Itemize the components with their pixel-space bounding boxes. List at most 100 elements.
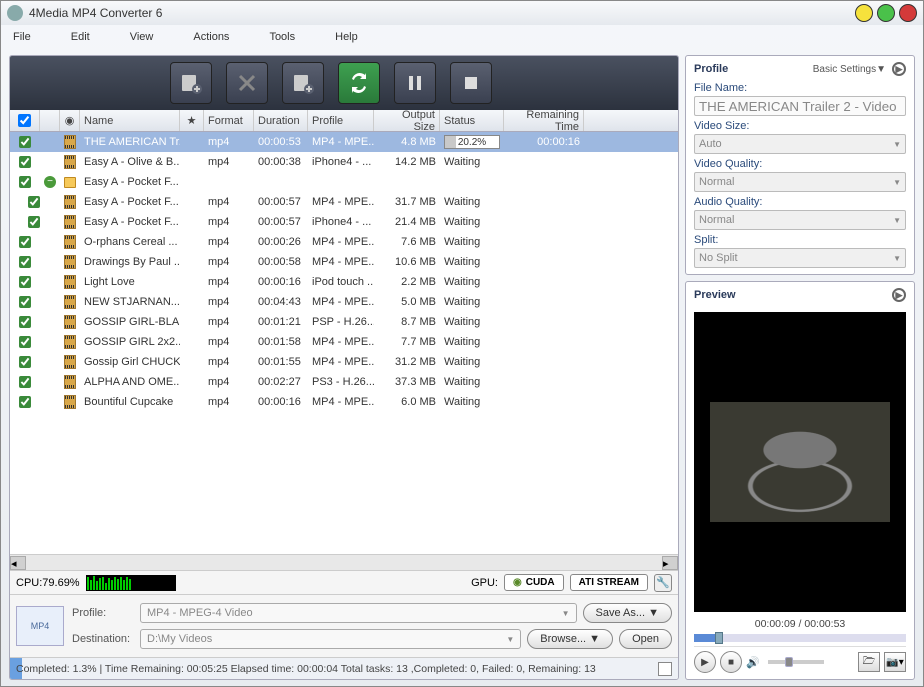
row-checkbox[interactable] bbox=[19, 316, 31, 328]
minimize-button[interactable] bbox=[855, 4, 873, 22]
row-format: mp4 bbox=[204, 292, 254, 312]
table-row[interactable]: Easy A - Pocket F...mp400:00:57iPhone4 -… bbox=[10, 212, 678, 232]
scroll-right-arrow[interactable]: ▸ bbox=[662, 556, 678, 570]
cuda-badge[interactable]: ◉CUDA bbox=[504, 574, 564, 591]
audioq-select[interactable]: Normal bbox=[694, 210, 906, 230]
profile-select[interactable]: MP4 - MPEG-4 Video bbox=[140, 603, 577, 623]
row-profile: iPhone4 - ... bbox=[308, 212, 374, 232]
browse-button[interactable]: Browse... ▼ bbox=[527, 629, 613, 649]
menu-actions[interactable]: Actions bbox=[193, 31, 229, 43]
row-format: mp4 bbox=[204, 352, 254, 372]
app-icon bbox=[7, 5, 23, 21]
task-list-icon[interactable] bbox=[658, 662, 672, 676]
table-row[interactable]: O-rphans Cereal ...mp400:00:26MP4 - MPE.… bbox=[10, 232, 678, 252]
scroll-left-arrow[interactable]: ◂ bbox=[10, 556, 26, 570]
menu-edit[interactable]: Edit bbox=[71, 31, 90, 43]
settings-button[interactable]: 🔧 bbox=[654, 574, 672, 592]
col-star[interactable]: ★ bbox=[180, 110, 204, 131]
stop-button[interactable] bbox=[450, 62, 492, 104]
filename-input[interactable] bbox=[694, 96, 906, 116]
col-duration[interactable]: Duration bbox=[254, 110, 308, 131]
snapshot-button[interactable]: 📷▾ bbox=[884, 652, 906, 672]
row-checkbox[interactable] bbox=[19, 156, 31, 168]
table-row[interactable]: Easy A - Pocket F...mp400:00:57MP4 - MPE… bbox=[10, 192, 678, 212]
row-remain bbox=[504, 332, 584, 352]
volume-slider[interactable] bbox=[768, 660, 824, 664]
row-format: mp4 bbox=[204, 252, 254, 272]
volume-icon[interactable]: 🔊 bbox=[746, 656, 760, 669]
table-row[interactable]: NEW STJARNAN...mp400:04:43MP4 - MPE...5.… bbox=[10, 292, 678, 312]
row-format: mp4 bbox=[204, 212, 254, 232]
row-output bbox=[374, 172, 440, 192]
collapse-icon[interactable]: − bbox=[44, 176, 56, 188]
open-button[interactable]: Open bbox=[619, 629, 672, 649]
menu-file[interactable]: File bbox=[13, 31, 31, 43]
horizontal-scrollbar[interactable]: ◂ ▸ bbox=[10, 554, 678, 570]
row-duration: 00:01:21 bbox=[254, 312, 308, 332]
row-checkbox[interactable] bbox=[19, 276, 31, 288]
preview-video[interactable] bbox=[694, 312, 906, 612]
menu-help[interactable]: Help bbox=[335, 31, 358, 43]
table-row[interactable]: GOSSIP GIRL-BLA...mp400:01:21PSP - H.26.… bbox=[10, 312, 678, 332]
row-checkbox[interactable] bbox=[19, 136, 31, 148]
col-icon[interactable] bbox=[40, 110, 60, 131]
table-row[interactable]: THE AMERICAN Tr...mp400:00:53MP4 - MPE..… bbox=[10, 132, 678, 152]
split-select[interactable]: No Split bbox=[694, 248, 906, 268]
row-checkbox[interactable] bbox=[28, 216, 40, 228]
col-output[interactable]: Output Size bbox=[374, 110, 440, 131]
col-profile[interactable]: Profile bbox=[308, 110, 374, 131]
table-row[interactable]: Light Lovemp400:00:16iPod touch ...2.2 M… bbox=[10, 272, 678, 292]
row-checkbox[interactable] bbox=[19, 396, 31, 408]
videosize-select[interactable]: Auto bbox=[694, 134, 906, 154]
videoq-select[interactable]: Normal bbox=[694, 172, 906, 192]
close-button[interactable] bbox=[899, 4, 917, 22]
file-list[interactable]: THE AMERICAN Tr...mp400:00:53MP4 - MPE..… bbox=[10, 132, 678, 554]
col-check[interactable] bbox=[10, 110, 40, 131]
save-as-button[interactable]: Save As... ▼ bbox=[583, 603, 672, 623]
row-checkbox[interactable] bbox=[19, 336, 31, 348]
destination-select[interactable]: D:\My Videos bbox=[140, 629, 521, 649]
row-checkbox[interactable] bbox=[19, 356, 31, 368]
row-checkbox[interactable] bbox=[19, 176, 31, 188]
row-status: Waiting bbox=[440, 252, 504, 272]
row-checkbox[interactable] bbox=[19, 256, 31, 268]
pause-button[interactable] bbox=[394, 62, 436, 104]
col-status[interactable]: Status bbox=[440, 110, 504, 131]
checkall-checkbox[interactable] bbox=[18, 114, 31, 127]
menu-view[interactable]: View bbox=[130, 31, 154, 43]
table-row[interactable]: ALPHA AND OME...mp400:02:27PS3 - H.26...… bbox=[10, 372, 678, 392]
play-button[interactable]: ▶ bbox=[694, 651, 716, 673]
table-row[interactable]: Bountiful Cupcakemp400:00:16MP4 - MPE...… bbox=[10, 392, 678, 412]
status-text: Completed: 1.3% | Time Remaining: 00:05:… bbox=[16, 663, 596, 675]
row-name: Easy A - Pocket F... bbox=[80, 172, 180, 192]
convert-button[interactable] bbox=[338, 62, 380, 104]
col-disc-icon[interactable]: ◉ bbox=[60, 110, 80, 131]
row-checkbox[interactable] bbox=[28, 196, 40, 208]
col-remain[interactable]: Remaining Time bbox=[504, 110, 584, 131]
row-checkbox[interactable] bbox=[19, 376, 31, 388]
seek-slider[interactable] bbox=[694, 634, 906, 642]
preview-go-button[interactable]: ▶ bbox=[892, 288, 906, 302]
stop-preview-button[interactable]: ■ bbox=[720, 651, 742, 673]
row-output: 14.2 MB bbox=[374, 152, 440, 172]
row-checkbox[interactable] bbox=[19, 296, 31, 308]
col-name[interactable]: Name bbox=[80, 110, 180, 131]
row-checkbox[interactable] bbox=[19, 236, 31, 248]
delete-button[interactable] bbox=[226, 62, 268, 104]
table-row[interactable]: Gossip Girl CHUCK...mp400:01:55MP4 - MPE… bbox=[10, 352, 678, 372]
row-profile: PSP - H.26... bbox=[308, 312, 374, 332]
snapshot-folder-button[interactable]: 🗁 bbox=[858, 652, 880, 672]
table-row[interactable]: Easy A - Olive & B...mp400:00:38iPhone4 … bbox=[10, 152, 678, 172]
maximize-button[interactable] bbox=[877, 4, 895, 22]
add-profile-button[interactable] bbox=[282, 62, 324, 104]
basic-settings-drop[interactable]: Basic Settings▼ bbox=[813, 64, 886, 75]
profile-go-button[interactable]: ▶ bbox=[892, 62, 906, 76]
row-output: 7.7 MB bbox=[374, 332, 440, 352]
col-format[interactable]: Format bbox=[204, 110, 254, 131]
add-file-button[interactable] bbox=[170, 62, 212, 104]
table-row[interactable]: − Easy A - Pocket F... bbox=[10, 172, 678, 192]
menu-tools[interactable]: Tools bbox=[269, 31, 295, 43]
ati-badge[interactable]: ATI STREAM bbox=[570, 574, 648, 591]
table-row[interactable]: Drawings By Paul ...mp400:00:58MP4 - MPE… bbox=[10, 252, 678, 272]
table-row[interactable]: GOSSIP GIRL 2x2...mp400:01:58MP4 - MPE..… bbox=[10, 332, 678, 352]
